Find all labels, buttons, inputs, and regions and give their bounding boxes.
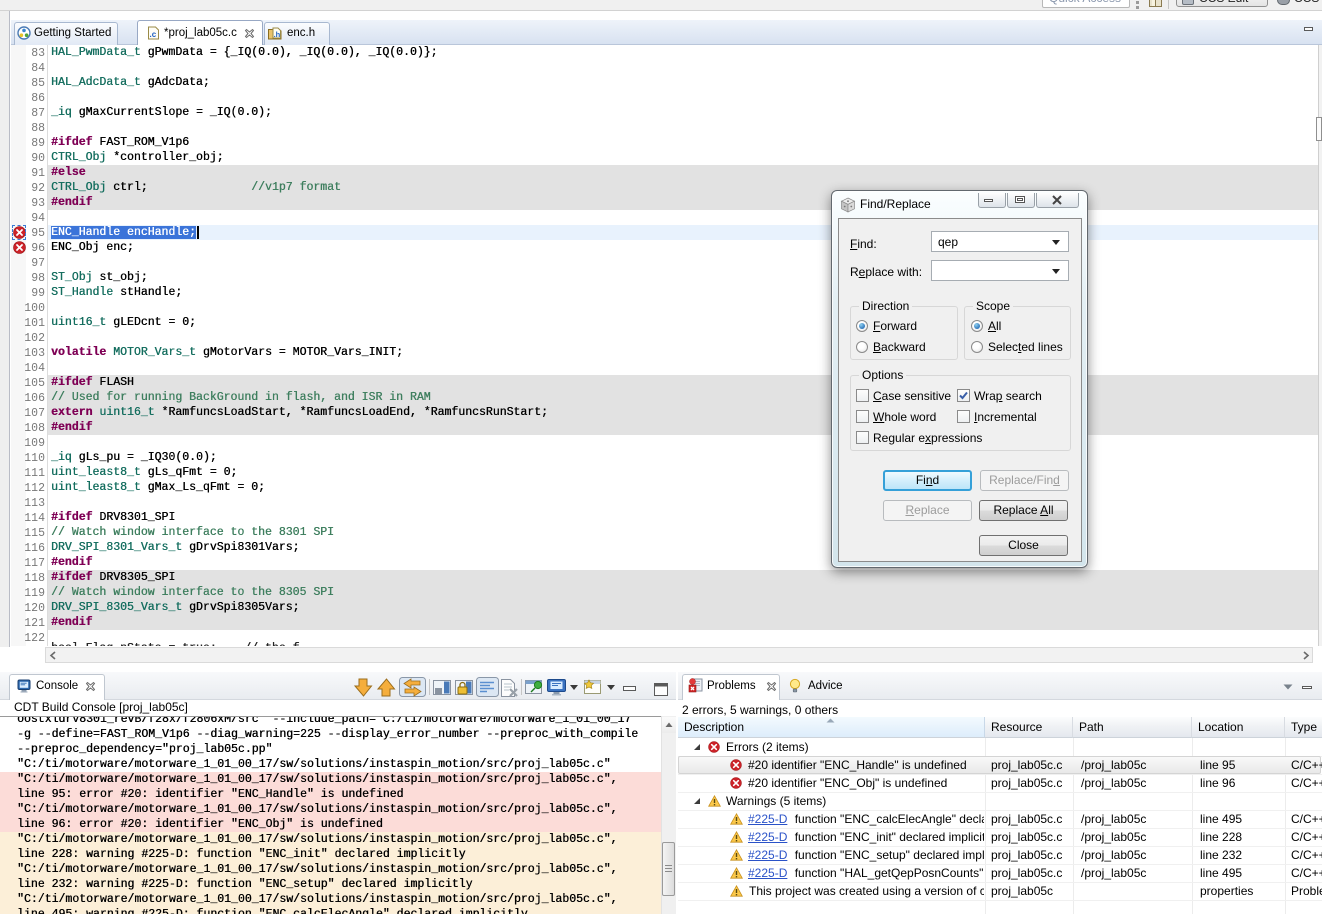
svg-text:.h: .h: [274, 30, 281, 39]
svg-text:.c: .c: [150, 30, 157, 39]
